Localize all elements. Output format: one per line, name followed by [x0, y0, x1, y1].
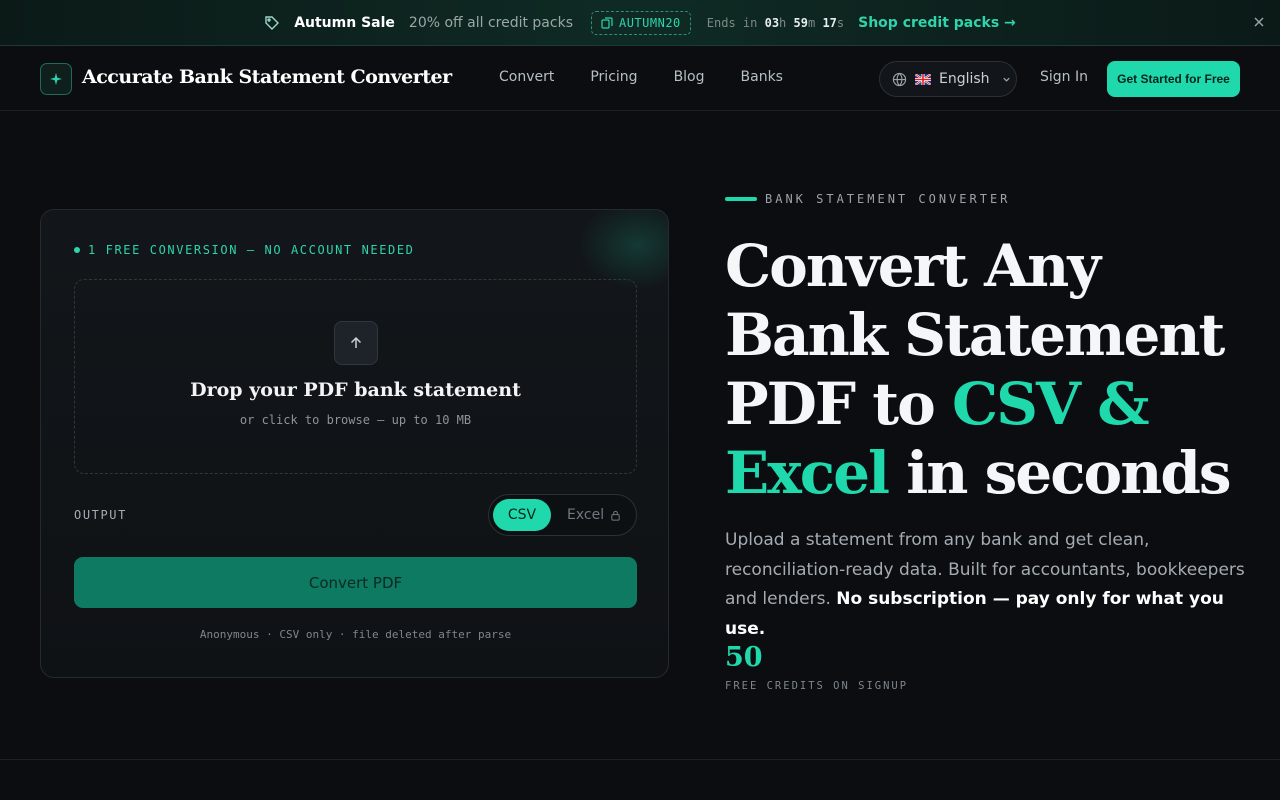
lock-icon [610, 510, 621, 521]
hero-title-accent-2: Excel [725, 439, 890, 507]
hero-title-part2: in seconds [888, 439, 1231, 507]
free-conversion-text: 1 FREE CONVERSION — NO ACCOUNT NEEDED [88, 243, 415, 257]
pdf-dropzone[interactable]: Drop your PDF bank statement or click to… [74, 279, 637, 474]
close-icon[interactable] [1252, 15, 1266, 29]
countdown: Ends in 03h 59m 17s [707, 16, 844, 30]
eyebrow-text: BANK STATEMENT CONVERTER [765, 192, 1011, 206]
nav-blog[interactable]: Blog [674, 69, 705, 85]
countdown-minutes-unit: m [807, 15, 816, 30]
dropzone-title: Drop your PDF bank statement [190, 379, 521, 401]
sign-in-link[interactable]: Sign In [1040, 69, 1088, 85]
output-label: OUTPUT [74, 508, 127, 522]
free-credits-value: 50 [725, 642, 763, 673]
countdown-hours: 03 [764, 15, 780, 30]
countdown-seconds-unit: s [836, 15, 845, 30]
promo-banner: Autumn Sale 20% off all credit packs AUT… [0, 0, 1280, 46]
convert-pdf-button[interactable]: Convert PDF [74, 557, 637, 608]
get-started-button[interactable]: Get Started for Free [1107, 61, 1240, 97]
language-select[interactable]: English [879, 61, 1017, 97]
countdown-hours-unit: h [779, 15, 787, 30]
hero-title-accent-1: CSV & [951, 370, 1150, 438]
format-excel-label: Excel [567, 507, 605, 523]
logo-icon[interactable] [40, 63, 72, 95]
countdown-label: Ends in [706, 15, 758, 30]
language-label: English [939, 71, 990, 87]
globe-icon [892, 72, 907, 87]
hero-title: Convert Any Bank Statement PDF to CSV & … [725, 232, 1265, 508]
main-nav: Convert Pricing Blog Banks [499, 69, 783, 85]
chevron-down-icon [1002, 75, 1011, 84]
shop-credit-packs-link[interactable]: Shop credit packs → [858, 15, 1016, 31]
brand-name[interactable]: Accurate Bank Statement Converter [82, 66, 452, 88]
promo-code-text: AUTUMN20 [618, 15, 681, 30]
hero-subtitle: Upload a statement from any bank and get… [725, 526, 1245, 644]
nav-banks[interactable]: Banks [741, 69, 783, 85]
eyebrow-bar [725, 197, 757, 201]
promo-text: 20% off all credit packs [408, 14, 573, 31]
promo-title: Autumn Sale [294, 14, 395, 31]
free-conversion-badge: 1 FREE CONVERSION — NO ACCOUNT NEEDED [74, 243, 415, 257]
site-header: Accurate Bank Statement Converter Conver… [0, 47, 1280, 111]
format-excel-option[interactable]: Excel [559, 507, 621, 523]
hero-eyebrow: BANK STATEMENT CONVERTER [725, 192, 1010, 206]
uk-flag-icon [915, 73, 931, 85]
free-credits-label: FREE CREDITS ON SIGNUP [725, 680, 909, 692]
promo-code[interactable]: AUTUMN20 [590, 10, 691, 35]
output-format-toggle: CSV Excel [488, 494, 637, 536]
copy-icon [601, 16, 613, 29]
converter-card: 1 FREE CONVERSION — NO ACCOUNT NEEDED Dr… [40, 209, 669, 678]
nav-pricing[interactable]: Pricing [590, 69, 637, 85]
section-divider [0, 759, 1280, 760]
status-dot [74, 247, 80, 253]
converter-footnote: Anonymous · CSV only · file deleted afte… [199, 628, 512, 641]
countdown-seconds: 17 [822, 15, 837, 30]
countdown-minutes: 59 [793, 15, 808, 30]
upload-button[interactable] [333, 321, 378, 365]
tag-icon [264, 15, 280, 31]
nav-convert[interactable]: Convert [499, 69, 554, 85]
format-csv-option[interactable]: CSV [493, 499, 551, 531]
arrow-up-icon [348, 335, 364, 351]
card-glow [578, 210, 668, 290]
dropzone-subtitle: or click to browse — up to 10 MB [239, 413, 472, 427]
